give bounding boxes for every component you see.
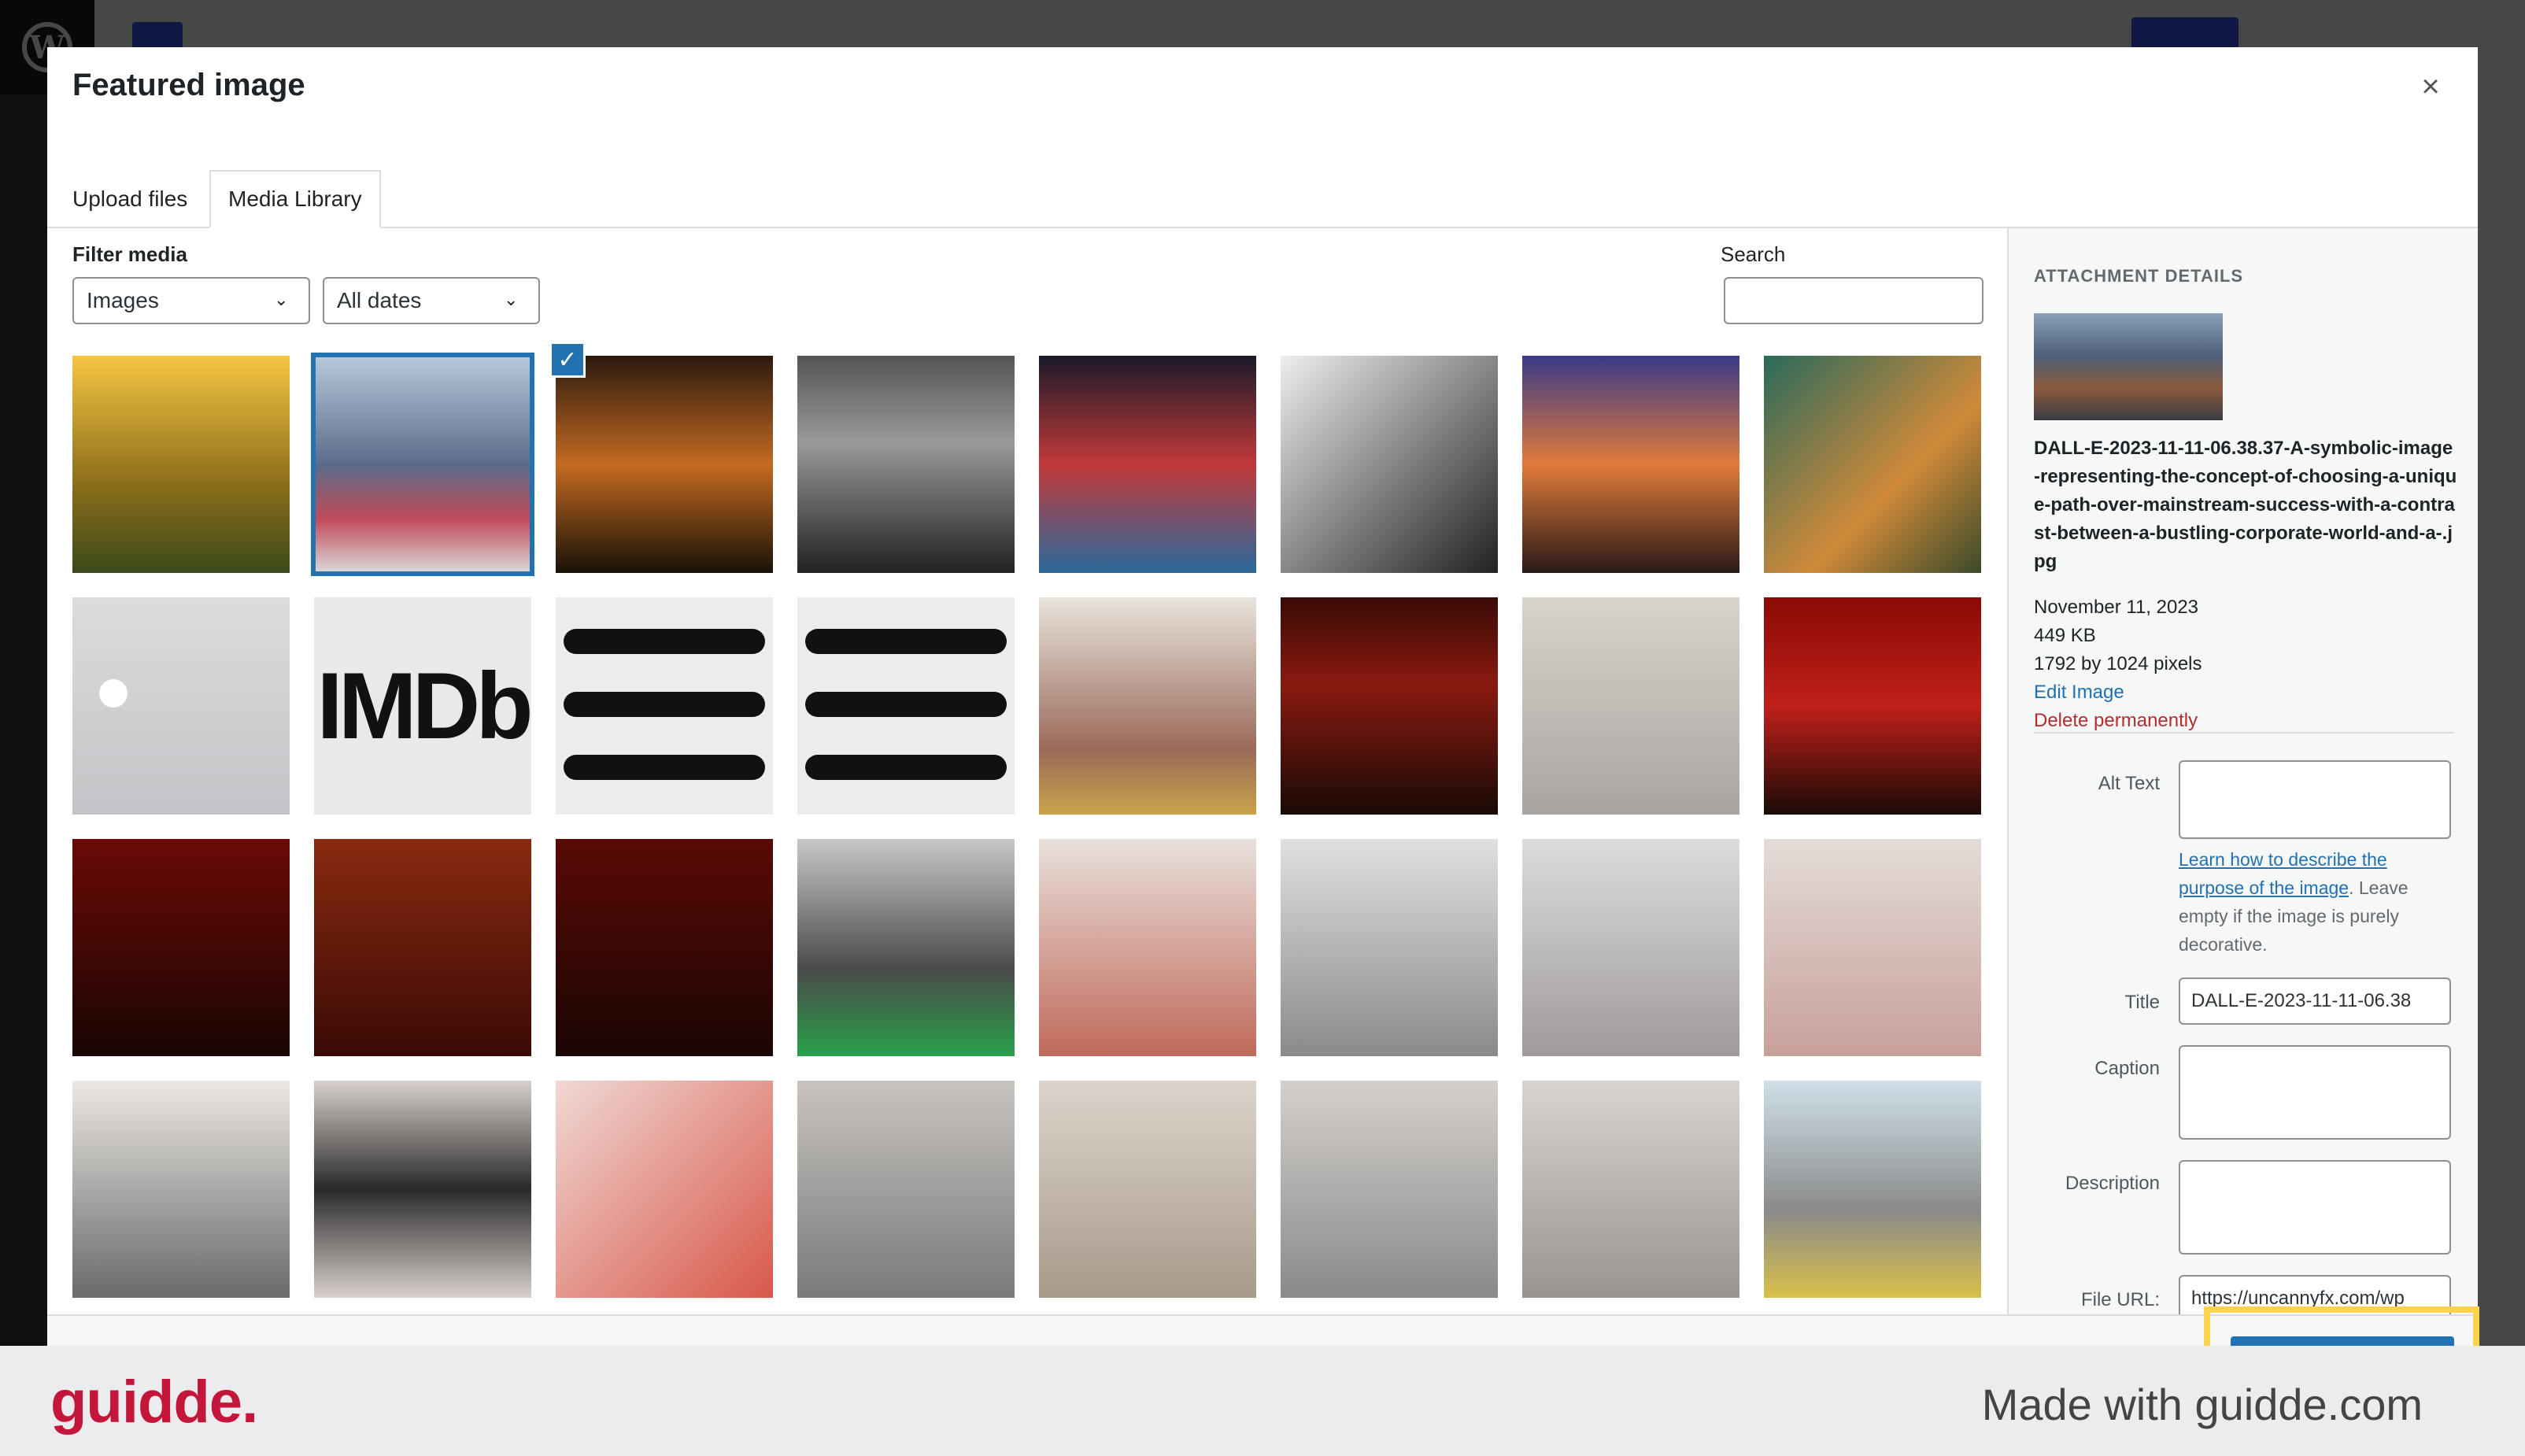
- watermark-bar: guidde. Made with guidde.com: [0, 1346, 2525, 1456]
- date-filter-select[interactable]: All dates ⌄: [323, 277, 540, 324]
- delete-permanently-link[interactable]: Delete permanently: [2034, 710, 2198, 732]
- guidde-logo: guidde.: [50, 1369, 258, 1436]
- attachment-date: November 11, 2023: [2034, 597, 2199, 618]
- thumbnail-blood-wall-drip[interactable]: [1764, 839, 1981, 1056]
- thumbnail-bar-interior[interactable]: [314, 839, 531, 1056]
- thumbnail-blood-wall[interactable]: [1039, 839, 1256, 1056]
- tab-upload-files[interactable]: Upload files: [55, 170, 205, 228]
- search-label: Search: [1721, 242, 1786, 266]
- thumbnail-colorful-street[interactable]: [1039, 356, 1256, 573]
- thumbnail-book-birds-sunset[interactable]: [1522, 356, 1739, 573]
- alt-text-help: Learn how to describe the purpose of the…: [2179, 845, 2454, 959]
- thumbnail-dark-room[interactable]: [1281, 597, 1498, 815]
- modal-toolbar: [47, 1314, 2478, 1346]
- attachment-thumbnail: [2034, 313, 2223, 420]
- thumbnail-blood-window[interactable]: [314, 1081, 531, 1298]
- thumbnail-woman-sketch[interactable]: [1281, 356, 1498, 573]
- thumbnail-kitchen-blood[interactable]: [1281, 839, 1498, 1056]
- media-type-select[interactable]: Images ⌄: [72, 277, 310, 324]
- selected-check-icon[interactable]: ✓: [549, 342, 586, 378]
- media-type-value: Images: [87, 288, 159, 312]
- thumbnail-body-kitchen[interactable]: [1764, 1081, 1981, 1298]
- modal-tabs: Upload files Media Library: [47, 124, 2478, 228]
- tab-media-library[interactable]: Media Library: [209, 170, 381, 228]
- description-label: Description: [2065, 1173, 2160, 1194]
- thumbnail-city-colorful-house-selected[interactable]: [311, 353, 534, 576]
- title-field[interactable]: DALL-E-2023-11-11-06.38: [2179, 977, 2451, 1025]
- filter-media-label: Filter media: [72, 242, 187, 266]
- media-browser: Filter media Images ⌄ All dates ⌄ Search…: [47, 228, 2007, 1346]
- attachment-size: 449 KB: [2034, 625, 2096, 646]
- thumbnail-some-eat-cake-poster[interactable]: [556, 1081, 773, 1298]
- attachment-filename: DALL-E-2023-11-11-06.38.37-A-symbolic-im…: [2034, 438, 2457, 572]
- title-label: Title: [2124, 992, 2160, 1013]
- thumbnail-placeholder-image[interactable]: [72, 597, 290, 815]
- edit-image-link[interactable]: Edit Image: [2034, 682, 2124, 704]
- divider: [2034, 732, 2454, 734]
- thumbnail-daffodils-sunrise[interactable]: [72, 356, 290, 573]
- attachment-details-heading: ATTACHMENT DETAILS: [2034, 266, 2244, 286]
- search-input[interactable]: [1724, 277, 1983, 324]
- featured-image-modal: Featured image × Upload files Media Libr…: [47, 47, 2478, 1346]
- modal-title: Featured image: [72, 68, 305, 102]
- thumbnail-blood-kitchen[interactable]: [1039, 597, 1256, 815]
- thumbnail-blood-fridge[interactable]: [72, 1081, 290, 1298]
- thumbnail-blood-stain[interactable]: [1764, 597, 1981, 815]
- thumbnail-dark-theater[interactable]: [556, 839, 773, 1056]
- thumbnail-forest-cottage[interactable]: [1764, 356, 1981, 573]
- close-icon[interactable]: ×: [2410, 66, 2451, 107]
- thumbnail-train-interior[interactable]: [556, 356, 773, 573]
- thumbnail-imdb-logo[interactable]: IMDb: [314, 597, 531, 815]
- caption-label: Caption: [2094, 1058, 2160, 1079]
- thumbnail-directors-monitor[interactable]: [797, 839, 1015, 1056]
- file-url-label: File URL:: [2080, 1289, 2160, 1310]
- attachment-dimensions: 1792 by 1024 pixels: [2034, 653, 2202, 674]
- made-with-text: Made with guidde.com: [1981, 1380, 2423, 1429]
- thumbnail-body-table[interactable]: [1039, 1081, 1256, 1298]
- thumbnail-dark-beach[interactable]: [797, 356, 1015, 573]
- thumbnail-body-floor[interactable]: [1522, 597, 1739, 815]
- description-field[interactable]: [2179, 1160, 2451, 1255]
- alt-text-label: Alt Text: [2098, 773, 2160, 794]
- alt-text-field[interactable]: [2179, 760, 2451, 839]
- chevron-down-icon: ⌄: [274, 290, 289, 309]
- thumbnail-blood-hall[interactable]: [1522, 839, 1739, 1056]
- attachment-details-panel: ATTACHMENT DETAILS DALL-E-2023-11-11-06.…: [2007, 228, 2478, 1346]
- caption-field[interactable]: [2179, 1045, 2451, 1140]
- thumbnail-chairs-blood[interactable]: [1281, 1081, 1498, 1298]
- thumbnail-body-blood[interactable]: [797, 1081, 1015, 1298]
- thumbnail-dark-red-room[interactable]: [72, 839, 290, 1056]
- thumbnail-hamburger-menu[interactable]: [556, 597, 773, 815]
- chevron-down-icon: ⌄: [504, 290, 519, 309]
- thumbnail-body-cafe[interactable]: [1522, 1081, 1739, 1298]
- thumbnail-hamburger-menu[interactable]: [797, 597, 1015, 815]
- date-filter-value: All dates: [337, 288, 422, 312]
